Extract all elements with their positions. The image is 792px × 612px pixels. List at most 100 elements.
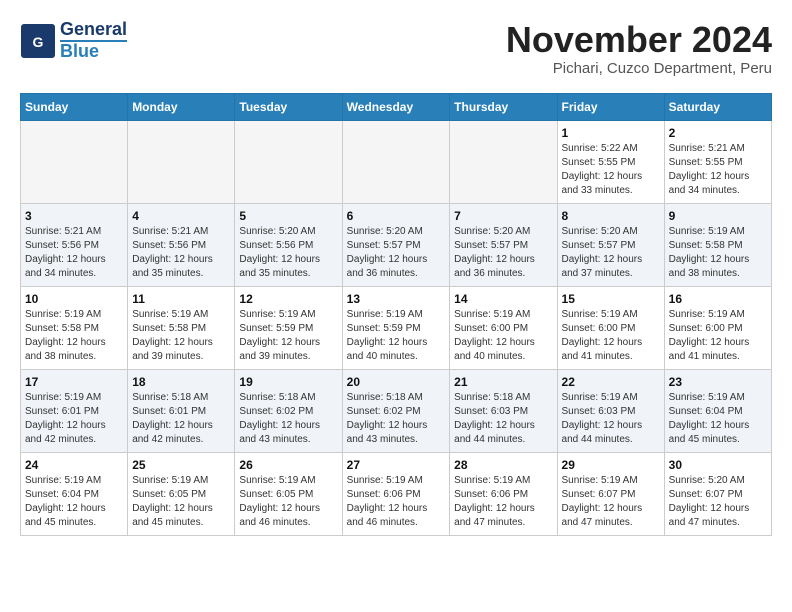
day-info: Sunrise: 5:19 AMSunset: 5:59 PMDaylight:…: [347, 308, 446, 364]
table-row: 18Sunrise: 5:18 AMSunset: 6:01 PMDayligh…: [128, 369, 235, 452]
table-row: 20Sunrise: 5:18 AMSunset: 6:02 PMDayligh…: [342, 369, 450, 452]
month-title: November 2024: [506, 20, 772, 60]
table-row: 1 Sunrise: 5:22 AMSunset: 5:55 PMDaylight…: [557, 120, 664, 203]
table-row: 21 Sunrise: 5:18 AMSunset: 6:03 PMDayligh…: [450, 369, 557, 452]
table-row: 27 Sunrise: 5:19 AMSunset: 6:06 PMDayligh…: [342, 452, 450, 535]
table-row: 24Sunrise: 5:19 AMSunset: 6:04 PMDayligh…: [21, 452, 128, 535]
day-number: 16: [669, 292, 767, 306]
table-row: [450, 120, 557, 203]
day-number: 22: [562, 375, 660, 389]
day-number: 3: [25, 209, 123, 223]
day-info: Sunrise: 5:22 AMSunset: 5:55 PMDaylight:…: [562, 142, 660, 198]
calendar-week-row: 24Sunrise: 5:19 AMSunset: 6:04 PMDayligh…: [21, 452, 772, 535]
day-info: Sunrise: 5:19 AMSunset: 6:05 PMDaylight:…: [239, 474, 337, 530]
table-row: 9 Sunrise: 5:19 AMSunset: 5:58 PMDaylight…: [664, 203, 771, 286]
day-number: 2: [669, 126, 767, 140]
day-number: 14: [454, 292, 552, 306]
table-row: 2 Sunrise: 5:21 AMSunset: 5:55 PMDaylight…: [664, 120, 771, 203]
day-number: 13: [347, 292, 446, 306]
day-info: Sunrise: 5:19 AMSunset: 6:06 PMDaylight:…: [454, 474, 552, 530]
svg-text:G: G: [33, 34, 44, 50]
table-row: 22 Sunrise: 5:19 AMSunset: 6:03 PMDayligh…: [557, 369, 664, 452]
logo-blue: Blue: [60, 40, 127, 62]
calendar-week-row: 17 Sunrise: 5:19 AMSunset: 6:01 PMDayligh…: [21, 369, 772, 452]
day-number: 23: [669, 375, 767, 389]
day-info: Sunrise: 5:20 AMSunset: 5:57 PMDaylight:…: [562, 225, 660, 281]
table-row: 19Sunrise: 5:18 AMSunset: 6:02 PMDayligh…: [235, 369, 342, 452]
title-block: November 2024 Pichari, Cuzco Department,…: [506, 20, 772, 77]
table-row: [342, 120, 450, 203]
day-info: Sunrise: 5:18 AMSunset: 6:03 PMDaylight:…: [454, 391, 552, 447]
day-info: Sunrise: 5:19 AMSunset: 6:04 PMDaylight:…: [669, 391, 767, 447]
logo: G General Blue: [20, 20, 127, 62]
day-info: Sunrise: 5:19 AMSunset: 5:58 PMDaylight:…: [669, 225, 767, 281]
day-info: Sunrise: 5:19 AMSunset: 6:00 PMDaylight:…: [454, 308, 552, 364]
calendar-table: Sunday Monday Tuesday Wednesday Thursday…: [20, 93, 772, 536]
table-row: 15 Sunrise: 5:19 AMSunset: 6:00 PMDayligh…: [557, 286, 664, 369]
table-row: 13 Sunrise: 5:19 AMSunset: 5:59 PMDayligh…: [342, 286, 450, 369]
day-number: 29: [562, 458, 660, 472]
table-row: 11Sunrise: 5:19 AMSunset: 5:58 PMDayligh…: [128, 286, 235, 369]
day-number: 8: [562, 209, 660, 223]
table-row: 30Sunrise: 5:20 AMSunset: 6:07 PMDayligh…: [664, 452, 771, 535]
day-info: Sunrise: 5:19 AMSunset: 6:05 PMDaylight:…: [132, 474, 230, 530]
day-info: Sunrise: 5:19 AMSunset: 6:04 PMDaylight:…: [25, 474, 123, 530]
table-row: [128, 120, 235, 203]
table-row: 3 Sunrise: 5:21 AMSunset: 5:56 PMDaylight…: [21, 203, 128, 286]
header-thursday: Thursday: [450, 93, 557, 120]
day-info: Sunrise: 5:20 AMSunset: 5:57 PMDaylight:…: [347, 225, 446, 281]
day-number: 27: [347, 458, 446, 472]
header-saturday: Saturday: [664, 93, 771, 120]
day-number: 21: [454, 375, 552, 389]
day-info: Sunrise: 5:19 AMSunset: 6:00 PMDaylight:…: [562, 308, 660, 364]
table-row: [235, 120, 342, 203]
header-tuesday: Tuesday: [235, 93, 342, 120]
day-number: 4: [132, 209, 230, 223]
day-number: 28: [454, 458, 552, 472]
day-info: Sunrise: 5:20 AMSunset: 5:56 PMDaylight:…: [239, 225, 337, 281]
day-info: Sunrise: 5:20 AMSunset: 5:57 PMDaylight:…: [454, 225, 552, 281]
logo-general: General: [60, 20, 127, 40]
calendar-week-row: 3 Sunrise: 5:21 AMSunset: 5:56 PMDaylight…: [21, 203, 772, 286]
table-row: 12 Sunrise: 5:19 AMSunset: 5:59 PMDayligh…: [235, 286, 342, 369]
day-number: 26: [239, 458, 337, 472]
day-number: 25: [132, 458, 230, 472]
day-number: 18: [132, 375, 230, 389]
day-number: 17: [25, 375, 123, 389]
day-number: 20: [347, 375, 446, 389]
table-row: 23 Sunrise: 5:19 AMSunset: 6:04 PMDayligh…: [664, 369, 771, 452]
table-row: 8 Sunrise: 5:20 AMSunset: 5:57 PMDaylight…: [557, 203, 664, 286]
day-number: 10: [25, 292, 123, 306]
day-info: Sunrise: 5:19 AMSunset: 5:58 PMDaylight:…: [132, 308, 230, 364]
table-row: 25 Sunrise: 5:19 AMSunset: 6:05 PMDayligh…: [128, 452, 235, 535]
day-info: Sunrise: 5:19 AMSunset: 6:06 PMDaylight:…: [347, 474, 446, 530]
header-monday: Monday: [128, 93, 235, 120]
table-row: 28 Sunrise: 5:19 AMSunset: 6:06 PMDayligh…: [450, 452, 557, 535]
table-row: 7 Sunrise: 5:20 AMSunset: 5:57 PMDaylight…: [450, 203, 557, 286]
weekday-header-row: Sunday Monday Tuesday Wednesday Thursday…: [21, 93, 772, 120]
day-info: Sunrise: 5:21 AMSunset: 5:56 PMDaylight:…: [132, 225, 230, 281]
day-info: Sunrise: 5:19 AMSunset: 5:58 PMDaylight:…: [25, 308, 123, 364]
day-number: 12: [239, 292, 337, 306]
day-number: 1: [562, 126, 660, 140]
day-number: 15: [562, 292, 660, 306]
day-number: 6: [347, 209, 446, 223]
day-info: Sunrise: 5:21 AMSunset: 5:55 PMDaylight:…: [669, 142, 767, 198]
day-info: Sunrise: 5:20 AMSunset: 6:07 PMDaylight:…: [669, 474, 767, 530]
day-info: Sunrise: 5:19 AMSunset: 6:01 PMDaylight:…: [25, 391, 123, 447]
day-number: 9: [669, 209, 767, 223]
calendar-week-row: 1 Sunrise: 5:22 AMSunset: 5:55 PMDaylight…: [21, 120, 772, 203]
day-info: Sunrise: 5:19 AMSunset: 6:03 PMDaylight:…: [562, 391, 660, 447]
table-row: 14 Sunrise: 5:19 AMSunset: 6:00 PMDayligh…: [450, 286, 557, 369]
table-row: 17 Sunrise: 5:19 AMSunset: 6:01 PMDayligh…: [21, 369, 128, 452]
day-info: Sunrise: 5:21 AMSunset: 5:56 PMDaylight:…: [25, 225, 123, 281]
day-info: Sunrise: 5:19 AMSunset: 5:59 PMDaylight:…: [239, 308, 337, 364]
day-number: 7: [454, 209, 552, 223]
calendar-week-row: 10 Sunrise: 5:19 AMSunset: 5:58 PMDayligh…: [21, 286, 772, 369]
table-row: [21, 120, 128, 203]
location-title: Pichari, Cuzco Department, Peru: [506, 60, 772, 77]
header-wednesday: Wednesday: [342, 93, 450, 120]
day-info: Sunrise: 5:19 AMSunset: 6:07 PMDaylight:…: [562, 474, 660, 530]
day-info: Sunrise: 5:19 AMSunset: 6:00 PMDaylight:…: [669, 308, 767, 364]
table-row: 6 Sunrise: 5:20 AMSunset: 5:57 PMDaylight…: [342, 203, 450, 286]
